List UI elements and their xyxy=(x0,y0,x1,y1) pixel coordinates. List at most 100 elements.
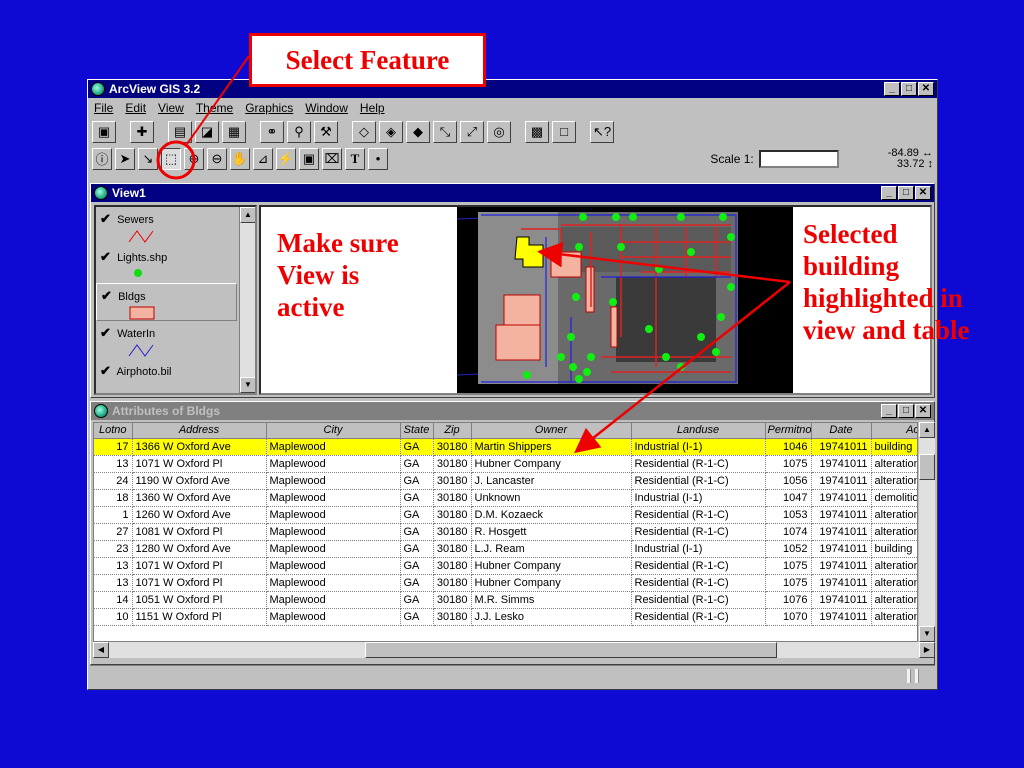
column-header[interactable]: Lotno xyxy=(94,423,133,439)
table-minimize-button[interactable]: _ xyxy=(881,404,897,418)
table-row[interactable]: 14 1051 W Oxford Pl Maplewood GA 30180 M.R. S… xyxy=(94,591,917,609)
zoom-in-button[interactable]: ⤡ xyxy=(433,120,457,143)
draw-point-tool[interactable]: • xyxy=(368,147,388,170)
table-row[interactable]: 17 1366 W Oxford Ave Maplewood GA 30180 Marti… xyxy=(94,438,917,456)
theme-properties-button[interactable]: ▤ xyxy=(168,120,192,143)
toc-scrollbar[interactable]: ▲ ▼ xyxy=(239,207,255,393)
column-header[interactable]: City xyxy=(266,423,401,439)
building-footprint[interactable] xyxy=(550,251,582,278)
table-vertical-scrollbar[interactable]: ▲ ▼ xyxy=(919,422,935,642)
table-row[interactable]: 18 1360 W Oxford Ave Maplewood GA 30180 Unkno… xyxy=(94,489,917,507)
table-cell: 30180 xyxy=(433,574,472,592)
app-titlebar[interactable]: ArcView GIS 3.2 _ □ ✕ xyxy=(88,80,937,98)
menu-theme[interactable]: Theme xyxy=(196,101,233,115)
menu-file[interactable]: File xyxy=(94,101,113,115)
column-header[interactable]: Permitno xyxy=(765,423,812,439)
table-maximize-button[interactable]: □ xyxy=(898,404,914,418)
add-theme-button[interactable]: ✚ xyxy=(130,120,154,143)
toc-scroll-down[interactable]: ▼ xyxy=(240,377,255,393)
view-globe-icon xyxy=(94,186,108,200)
save-project-button[interactable]: ▣ xyxy=(92,120,116,143)
theme-waterln[interactable]: ✔ WaterIn xyxy=(96,321,255,359)
table-scroll-left[interactable]: ◀ xyxy=(93,642,109,658)
table-scroll-down[interactable]: ▼ xyxy=(919,626,935,642)
table-scroll-right[interactable]: ▶ xyxy=(919,642,935,658)
zoom-out-button[interactable]: ⤢ xyxy=(460,120,484,143)
column-header[interactable]: Address xyxy=(132,423,267,439)
table-row[interactable]: 13 1071 W Oxford Pl Maplewood GA 30180 Hubner… xyxy=(94,557,917,575)
attributes-titlebar[interactable]: Attributes of Bldgs _ □ ✕ xyxy=(91,402,934,420)
table-row[interactable]: 24 1190 W Oxford Ave Maplewood GA 30180 J. La… xyxy=(94,472,917,490)
table-row[interactable]: 1 1260 W Oxford Ave Maplewood GA 30180 D.M. K… xyxy=(94,506,917,524)
close-button[interactable]: ✕ xyxy=(918,82,934,96)
scale-input[interactable] xyxy=(758,149,839,168)
table-row[interactable]: 23 1280 W Oxford Ave Maplewood GA 30180 L.J. … xyxy=(94,540,917,558)
theme-lights[interactable]: ✔ Lights.shp xyxy=(96,245,255,283)
column-header[interactable]: Zip xyxy=(433,423,472,439)
column-header[interactable]: Ac xyxy=(871,423,917,439)
table-row[interactable]: 13 1071 W Oxford Pl Maplewood GA 30180 Hubner… xyxy=(94,455,917,473)
column-header[interactable]: Landuse xyxy=(631,423,766,439)
zoom-in-tool[interactable]: ⊕ xyxy=(184,147,204,170)
theme-checkbox-airphoto[interactable]: ✔ xyxy=(100,363,114,379)
arcview-window: ArcView GIS 3.2 _ □ ✕ File Edit View The… xyxy=(87,79,938,690)
table-vscroll-thumb[interactable] xyxy=(919,454,935,480)
table-row[interactable]: 10 1151 W Oxford Pl Maplewood GA 30180 J.J. L… xyxy=(94,608,917,626)
zoom-active-themes-button[interactable]: ◈ xyxy=(379,120,403,143)
zoom-selected-button[interactable]: ◆ xyxy=(406,120,430,143)
theme-airphoto[interactable]: ✔ Airphoto.bil xyxy=(96,359,255,393)
table-row[interactable]: 27 1081 W Oxford Pl Maplewood GA 30180 R. Hos… xyxy=(94,523,917,541)
resize-grip-icon[interactable] xyxy=(907,669,923,683)
hotlink-tool[interactable]: ⚡ xyxy=(276,147,296,170)
menu-help[interactable]: Help xyxy=(360,101,385,115)
view-maximize-button[interactable]: □ xyxy=(898,186,914,200)
column-header[interactable]: Date xyxy=(811,423,872,439)
building-footprint[interactable] xyxy=(495,324,541,361)
column-header[interactable]: Owner xyxy=(471,423,632,439)
table-scroll-up[interactable]: ▲ xyxy=(919,422,935,438)
clear-selection-button[interactable]: □ xyxy=(552,120,576,143)
table-cell: 14 xyxy=(94,591,133,609)
zoom-full-extent-button[interactable]: ◇ xyxy=(352,120,376,143)
menu-graphics[interactable]: Graphics xyxy=(245,101,293,115)
identify-tool[interactable]: ⓘ xyxy=(92,147,112,170)
menu-edit[interactable]: Edit xyxy=(125,101,146,115)
vertex-edit-tool[interactable]: ↘ xyxy=(138,147,158,170)
zoom-previous-button[interactable]: ◎ xyxy=(487,120,511,143)
theme-checkbox-waterln[interactable]: ✔ xyxy=(100,325,114,341)
maximize-button[interactable]: □ xyxy=(901,82,917,96)
pan-tool[interactable]: ✋ xyxy=(230,147,250,170)
table-horizontal-scrollbar[interactable]: ◀ ▶ xyxy=(93,642,935,658)
theme-checkbox-sewers[interactable]: ✔ xyxy=(100,211,114,227)
select-feature-tool[interactable]: ⬚ xyxy=(161,147,181,170)
view-titlebar[interactable]: View1 _ □ ✕ xyxy=(91,184,934,202)
edit-legend-button[interactable]: ◪ xyxy=(195,120,219,143)
view-close-button[interactable]: ✕ xyxy=(915,186,931,200)
find-button[interactable]: ⚭ xyxy=(260,120,284,143)
zoom-out-tool[interactable]: ⊖ xyxy=(207,147,227,170)
minimize-button[interactable]: _ xyxy=(884,82,900,96)
help-button[interactable]: ↖? xyxy=(590,120,614,143)
locate-address-button[interactable]: ⚲ xyxy=(287,120,311,143)
open-table-button[interactable]: ▦ xyxy=(222,120,246,143)
menu-window[interactable]: Window xyxy=(305,101,348,115)
theme-sewers[interactable]: ✔ Sewers xyxy=(96,207,255,245)
measure-tool[interactable]: ⊿ xyxy=(253,147,273,170)
view-minimize-button[interactable]: _ xyxy=(881,186,897,200)
area-of-interest-tool[interactable]: ▣ xyxy=(299,147,319,170)
table-row[interactable]: 13 1071 W Oxford Pl Maplewood GA 30180 Hubner… xyxy=(94,574,917,592)
theme-checkbox-lights[interactable]: ✔ xyxy=(100,249,114,265)
column-header[interactable]: State xyxy=(400,423,434,439)
toc-scroll-up[interactable]: ▲ xyxy=(240,207,255,223)
theme-bldgs[interactable]: ✔ Bldgs xyxy=(96,283,237,321)
label-tool[interactable]: ⌧ xyxy=(322,147,342,170)
table-close-button[interactable]: ✕ xyxy=(915,404,931,418)
building-footprint[interactable] xyxy=(503,294,541,326)
select-by-theme-button[interactable]: ▩ xyxy=(525,120,549,143)
text-tool[interactable]: T xyxy=(345,147,365,170)
query-builder-button[interactable]: ⚒ xyxy=(314,120,338,143)
table-hscroll-thumb[interactable] xyxy=(365,642,777,658)
pointer-tool[interactable]: ➤ xyxy=(115,147,135,170)
menu-view[interactable]: View xyxy=(158,101,184,115)
theme-checkbox-bldgs[interactable]: ✔ xyxy=(101,288,115,304)
